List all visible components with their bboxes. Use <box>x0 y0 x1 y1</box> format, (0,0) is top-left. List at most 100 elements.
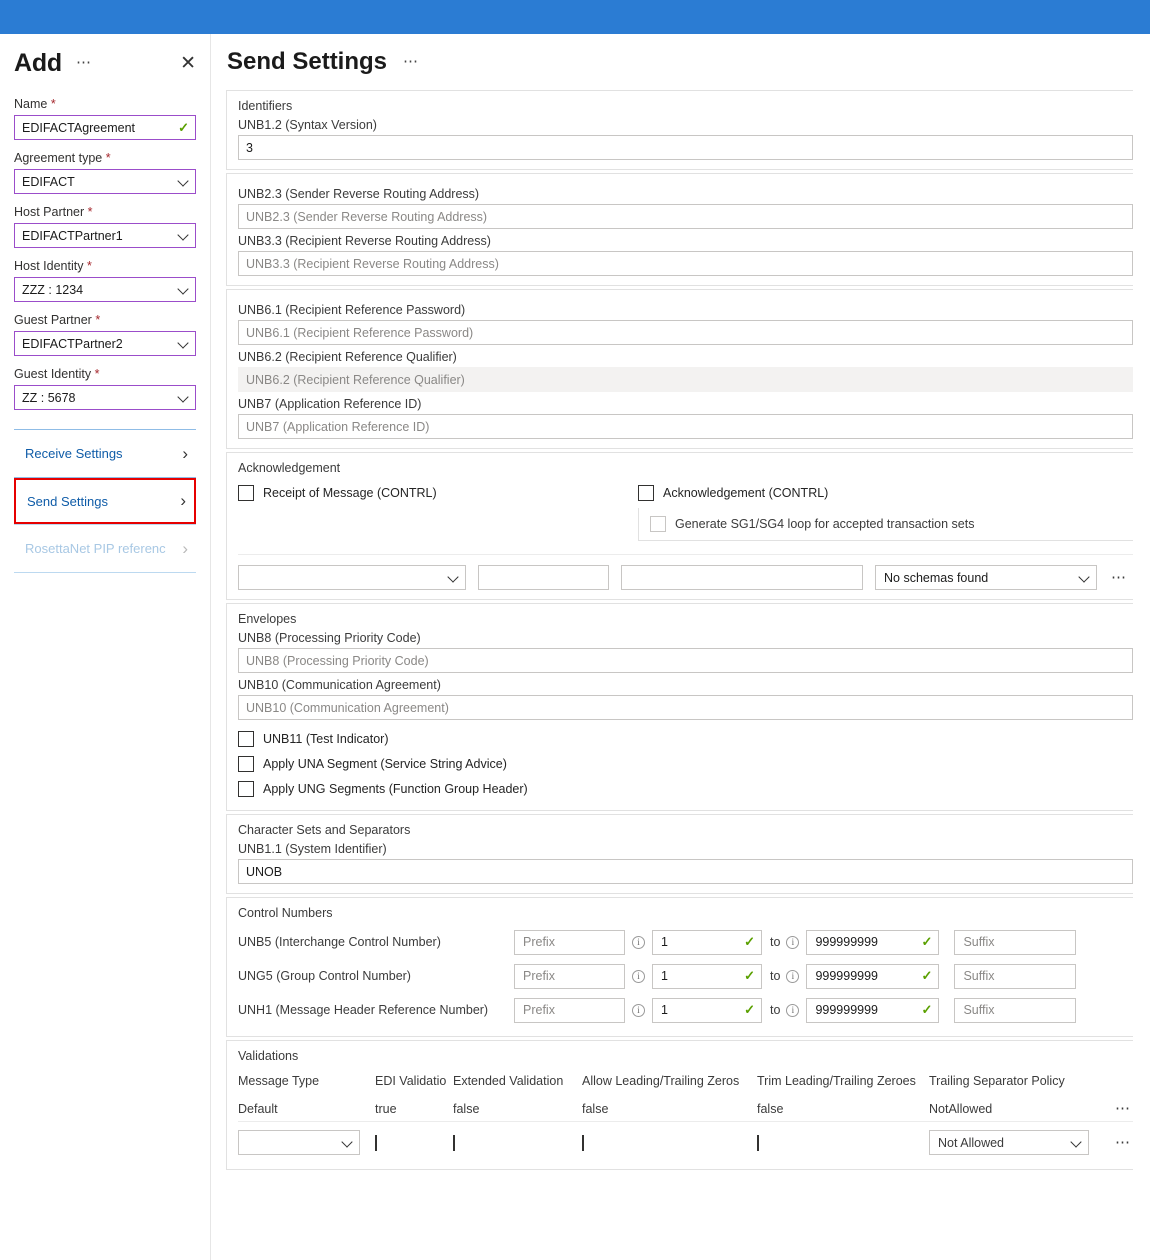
host-partner-select[interactable]: EDIFACTPartner1 <box>14 223 196 248</box>
character-sets-section: Character Sets and Separators UNB1.1 (Sy… <box>226 814 1133 894</box>
checkbox-icon <box>638 484 654 501</box>
chevron-right-icon: › <box>182 443 188 463</box>
trailing-separator-policy-select[interactable]: Not Allowed <box>929 1130 1089 1155</box>
chevron-down-icon <box>448 572 459 583</box>
section-title: Validations <box>238 1049 299 1063</box>
suffix-input[interactable]: Suffix <box>954 963 1077 989</box>
application-reference-id-input[interactable]: UNB7 (Application Reference ID) <box>238 414 1133 439</box>
test-indicator-checkbox[interactable]: UNB11 (Test Indicator) <box>238 726 1133 751</box>
allow-leading-trailing-zeros-checkbox[interactable] <box>582 1134 584 1151</box>
settings-nav: Receive Settings › Send Settings › Roset… <box>14 429 196 573</box>
column-header-trim-zeros: Trim Leading/Trailing Zeroes <box>757 1074 916 1088</box>
placeholder-text: UNB8 (Processing Priority Code) <box>246 653 429 668</box>
processing-priority-code-input[interactable]: UNB8 (Processing Priority Code) <box>238 648 1133 673</box>
edi-validation-checkbox[interactable] <box>375 1134 377 1151</box>
agreement-type-select[interactable]: EDIFACT <box>14 169 196 194</box>
checkbox-icon <box>238 780 254 797</box>
ack-message-input[interactable] <box>621 565 863 590</box>
message-type-select[interactable] <box>238 1130 360 1155</box>
ellipsis-icon[interactable]: ⋯ <box>1109 570 1129 585</box>
acknowledgement-schema-row: No schemas found ⋯ <box>238 554 1133 590</box>
new-row-actions-cell: ⋯ <box>1110 1121 1133 1160</box>
field-label: UNB3.3 (Recipient Reverse Routing Addres… <box>238 234 491 248</box>
recipient-reference-qualifier-input[interactable]: UNB6.2 (Recipient Reference Qualifier) <box>238 367 1133 392</box>
info-icon[interactable]: i <box>632 935 645 949</box>
ack-schema-select[interactable]: No schemas found <box>875 565 1097 590</box>
chevron-right-icon: › <box>180 491 186 510</box>
guest-identity-value: ZZ : 5678 <box>22 390 76 405</box>
sidebar-item-send-settings[interactable]: Send Settings › <box>14 478 196 524</box>
cell-trim-zeros-checkbox <box>757 1121 929 1160</box>
column-header-actions <box>1110 1068 1133 1097</box>
trailing-separator-policy-value: Not Allowed <box>938 1135 1005 1150</box>
cell-extended-validation-checkbox <box>453 1121 582 1160</box>
trim-leading-trailing-zeros-checkbox[interactable] <box>757 1134 759 1151</box>
envelopes-section: Envelopes UNB8 (Processing Priority Code… <box>226 603 1133 811</box>
suffix-input[interactable]: Suffix <box>954 929 1077 955</box>
control-number-row: UNG5 (Group Control Number) Prefix i 1 ✓… <box>238 959 1133 993</box>
ellipsis-icon[interactable]: ⋯ <box>76 55 92 70</box>
acknowledgement-contrl-checkbox[interactable]: Acknowledgement (CONTRL) <box>638 480 1133 505</box>
apply-ung-segments-checkbox[interactable]: Apply UNG Segments (Function Group Heade… <box>238 776 1133 801</box>
info-icon[interactable]: i <box>786 969 800 983</box>
info-icon[interactable]: i <box>632 1003 645 1017</box>
valid-check-icon: ✓ <box>178 119 189 135</box>
range-from-input[interactable]: 1 ✓ <box>652 929 762 955</box>
prefix-input[interactable]: Prefix <box>514 997 625 1023</box>
guest-identity-select[interactable]: ZZ : 5678 <box>14 385 196 410</box>
info-icon[interactable]: i <box>632 969 645 983</box>
required-marker: * <box>50 97 56 111</box>
checkbox-icon <box>238 755 254 772</box>
field-label: Name * <box>14 97 56 111</box>
placeholder-text: Suffix <box>963 1003 995 1017</box>
field-label: Guest Identity * <box>14 367 100 381</box>
syntax-version-input[interactable]: 3 <box>238 135 1133 160</box>
syntax-version-value: 3 <box>246 140 253 155</box>
ellipsis-icon[interactable]: ⋯ <box>1113 1100 1133 1117</box>
range-upto-input[interactable]: 999999999 ✓ <box>806 997 940 1023</box>
sg-loop-subsection: Generate SG1/SG4 loop for accepted trans… <box>638 508 1133 541</box>
range-from-input[interactable]: 1 ✓ <box>652 963 762 989</box>
guest-partner-select[interactable]: EDIFACTPartner2 <box>14 331 196 356</box>
info-icon[interactable]: i <box>786 1003 800 1017</box>
ack-version-input[interactable] <box>478 565 609 590</box>
system-identifier-input[interactable]: UNOB <box>238 859 1133 884</box>
apply-una-segment-checkbox[interactable]: Apply UNA Segment (Service String Advice… <box>238 751 1133 776</box>
suffix-input[interactable]: Suffix <box>954 997 1077 1023</box>
range-upto-input[interactable]: 999999999 ✓ <box>806 963 940 989</box>
prefix-input[interactable]: Prefix <box>514 929 625 955</box>
recipient-reverse-routing-input[interactable]: UNB3.3 (Recipient Reverse Routing Addres… <box>238 251 1133 276</box>
extended-validation-checkbox[interactable] <box>453 1134 455 1151</box>
name-input[interactable]: EDIFACTAgreement ✓ <box>14 115 196 140</box>
placeholder-text: UNB6.2 (Recipient Reference Qualifier) <box>246 372 465 387</box>
cell-allow-zeros: false <box>582 1102 609 1116</box>
sender-reverse-routing-input[interactable]: UNB2.3 (Sender Reverse Routing Address) <box>238 204 1133 229</box>
placeholder-text: Suffix <box>963 969 995 983</box>
field-label: UNB1.2 (Syntax Version) <box>238 118 377 132</box>
communication-agreement-input[interactable]: UNB10 (Communication Agreement) <box>238 695 1133 720</box>
range-from-input[interactable]: 1 ✓ <box>652 997 762 1023</box>
prefix-input[interactable]: Prefix <box>514 963 625 989</box>
name-input-value: EDIFACTAgreement <box>22 120 136 135</box>
placeholder-text: Prefix <box>523 1003 555 1017</box>
range-from-value: 1 <box>661 969 668 983</box>
host-identity-select[interactable]: ZZZ : 1234 <box>14 277 196 302</box>
ellipsis-icon[interactable]: ⋯ <box>403 54 419 69</box>
sidebar-item-receive-settings[interactable]: Receive Settings › <box>14 430 196 477</box>
cell-edi-validation: true <box>375 1102 397 1116</box>
field-host-partner: Host Partner * EDIFACTPartner1 <box>14 205 196 248</box>
info-icon[interactable]: i <box>786 935 800 949</box>
ack-type-select[interactable] <box>238 565 466 590</box>
receipt-of-message-checkbox[interactable]: Receipt of Message (CONTRL) <box>238 480 638 505</box>
placeholder-text: UNB3.3 (Recipient Reverse Routing Addres… <box>246 256 499 271</box>
field-label: UNB6.1 (Recipient Reference Password) <box>238 303 466 317</box>
range-upto-input[interactable]: 999999999 ✓ <box>806 929 940 955</box>
table-header-row: Message Type EDI Validatio Extended Vali… <box>238 1068 1133 1097</box>
close-icon[interactable]: ✕ <box>180 54 196 73</box>
host-identity-value: ZZZ : 1234 <box>22 282 84 297</box>
sidebar-item-label: Receive Settings <box>25 446 123 461</box>
recipient-reference-password-input[interactable]: UNB6.1 (Recipient Reference Password) <box>238 320 1133 345</box>
send-settings-panel: Send Settings ⋯ Identifiers UNB1.2 (Synt… <box>211 34 1150 1260</box>
ellipsis-icon[interactable]: ⋯ <box>1113 1134 1133 1151</box>
range-from-value: 1 <box>661 935 668 949</box>
